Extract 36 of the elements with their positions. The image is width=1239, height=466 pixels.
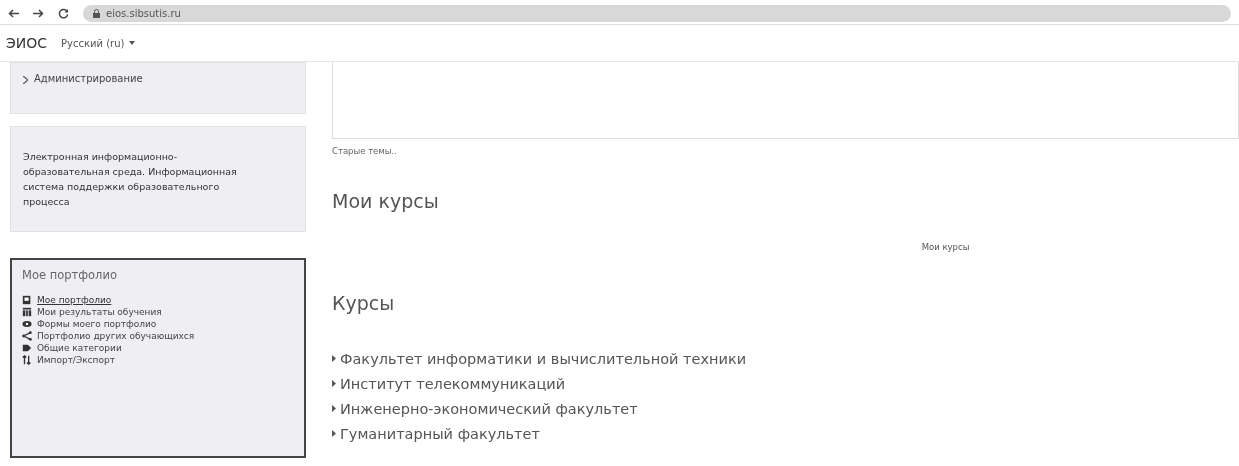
address-bar[interactable]: eios.sibsutis.ru <box>83 4 1231 22</box>
expand-icon <box>332 355 336 362</box>
section-heading: Мои курсы <box>332 190 440 212</box>
lock-icon <box>93 8 100 18</box>
expand-icon <box>332 430 336 437</box>
book-icon <box>22 295 32 305</box>
grid-icon <box>22 307 32 317</box>
site-description: Электронная информационно-образовательная среда. Информационная система поддержки образовательного процесса <box>23 150 238 209</box>
portfolio-link[interactable]: Формы моего портфолио <box>37 319 157 329</box>
caret-icon <box>129 41 136 45</box>
portfolio-link[interactable]: Общие категории <box>37 343 122 353</box>
category-link[interactable]: Гуманитарный факультет <box>340 425 540 442</box>
site-brand[interactable]: ЭИОС <box>6 35 48 51</box>
language-menu[interactable]: Русский (ru) <box>61 37 136 49</box>
portfolio-link[interactable]: Импорт/Экспорт <box>37 355 115 365</box>
sidebar-item[interactable]: Администрирование <box>34 73 143 84</box>
expand-icon <box>332 380 336 387</box>
forward-icon[interactable] <box>33 8 44 18</box>
portfolio-link[interactable]: Портфолио других обучающихся <box>37 331 195 341</box>
sort-icon <box>22 355 32 365</box>
portfolio-link[interactable]: Мое портфолио <box>37 295 112 305</box>
chevron-icon <box>23 76 28 84</box>
section-heading: Курсы <box>332 292 396 314</box>
reload-icon[interactable] <box>58 7 69 19</box>
share-icon <box>22 331 32 341</box>
tag-icon <box>22 343 32 353</box>
older-topics-link[interactable]: Старые темы.. <box>332 146 1239 156</box>
category-link[interactable]: Инженерно-экономический факультет <box>340 400 638 417</box>
expand-icon <box>332 405 336 412</box>
portfolio-link[interactable]: Мои результаты обучения <box>37 307 162 317</box>
category-link[interactable]: Институт телекоммуникаций <box>340 375 566 392</box>
eye-icon <box>22 319 32 329</box>
block-title: Мое портфолио <box>22 268 118 282</box>
my-courses-text: Мои курсы <box>920 242 971 252</box>
back-icon[interactable] <box>8 8 19 18</box>
category-link[interactable]: Факультет информатики и вычислительной техники <box>340 350 747 367</box>
